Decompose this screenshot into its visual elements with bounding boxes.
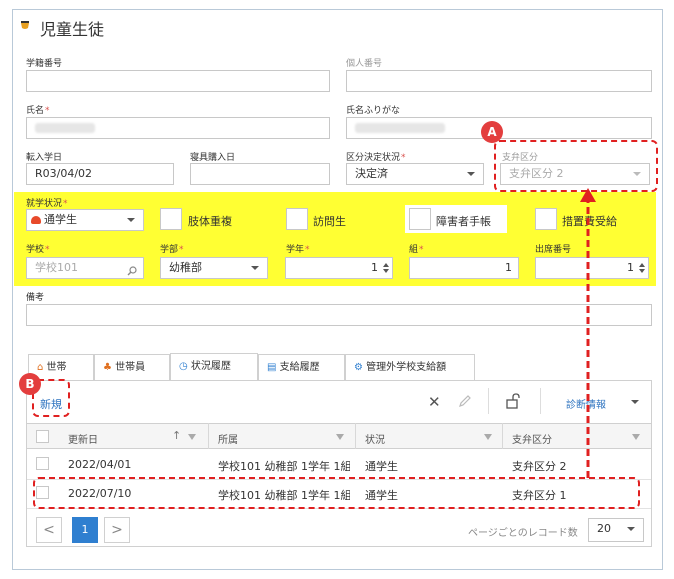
column-header-date[interactable]: 更新日	[68, 431, 98, 446]
chevron-down-icon	[467, 172, 475, 176]
redacted-name	[35, 123, 95, 133]
tab-household-members[interactable]: ♣ 世帯員	[94, 354, 170, 380]
dept-label: 学部*	[160, 245, 184, 255]
student-no-label: 学籍番号	[26, 59, 63, 69]
row1-support[interactable]: 支弁区分 2	[512, 458, 567, 474]
filter-icon[interactable]	[632, 434, 640, 440]
note-label: 備考	[26, 293, 45, 303]
grade-stepper[interactable]: 1	[285, 257, 393, 279]
name-label: 氏名*	[26, 106, 50, 116]
class-label: 組*	[409, 245, 424, 255]
enroll-date-input[interactable]: R03/04/02	[26, 163, 174, 185]
column-header-support[interactable]: 支弁区分	[512, 431, 552, 446]
filter-icon[interactable]	[188, 434, 196, 440]
toolbar-divider	[488, 388, 489, 414]
close-icon[interactable]: ✕	[428, 393, 441, 411]
school-input[interactable]: 学校101	[26, 257, 144, 279]
limb-checkbox[interactable]	[160, 208, 182, 230]
sort-up-icon[interactable]: ↑	[172, 429, 181, 442]
chevron-down-icon	[127, 218, 135, 222]
page-1-button[interactable]: 1	[72, 517, 98, 543]
clock-icon: ◷	[179, 361, 188, 372]
name-input[interactable]	[26, 117, 330, 139]
tab-status-history[interactable]: ◷ 状況履歴	[170, 353, 258, 380]
category-status-label: 区分決定状況*	[346, 153, 406, 163]
attendance-select[interactable]: 通学生	[26, 209, 144, 231]
handbook-label: 障害者手帳	[436, 215, 491, 228]
dept-select[interactable]: 幼稚部	[160, 257, 268, 279]
bedding-date-label: 寝具購入日	[190, 153, 236, 163]
document-icon: ▤	[267, 362, 277, 373]
attendance-label: 就学状況*	[26, 199, 68, 209]
name-kana-label: 氏名ふりがな	[346, 106, 401, 116]
seat-label: 出席番号	[535, 245, 572, 255]
filter-icon[interactable]	[336, 434, 344, 440]
prev-page-button[interactable]: <	[36, 517, 62, 543]
annotation-badge-b: B	[19, 373, 41, 395]
annotation-box-a	[494, 140, 658, 192]
redacted-kana	[355, 123, 445, 133]
column-divider	[502, 423, 503, 449]
tab-payment-history[interactable]: ▤ 支給履歴	[258, 354, 345, 380]
grade-label: 学年*	[286, 245, 310, 255]
student-no-input[interactable]	[26, 70, 330, 92]
row1-date[interactable]: 2022/04/01	[68, 458, 131, 471]
personal-no-label: 個人番号	[346, 59, 383, 69]
spin-up-icon[interactable]	[639, 263, 645, 267]
row1-affiliation[interactable]: 学校101 幼稚部 1学年 1組 ...	[218, 458, 350, 474]
column-header-status[interactable]: 状況	[365, 431, 385, 446]
annotation-badge-a: A	[481, 121, 503, 143]
row1-status[interactable]: 通学生	[365, 458, 398, 474]
personal-no-input[interactable]	[346, 70, 652, 92]
select-all-checkbox[interactable]	[36, 430, 49, 443]
column-divider	[208, 423, 209, 449]
annotation-box-row	[33, 477, 640, 509]
student-icon	[31, 216, 41, 224]
visit-checkbox[interactable]	[286, 208, 308, 230]
school-label: 学校*	[26, 245, 50, 255]
spin-down-icon[interactable]	[639, 269, 645, 273]
measure-checkbox[interactable]	[535, 208, 557, 230]
spin-up-icon[interactable]	[383, 263, 389, 267]
tab-external-school-payment[interactable]: ⚙ 管理外学校支給額	[345, 354, 475, 380]
note-input[interactable]	[26, 304, 652, 326]
visit-label: 訪問生	[313, 215, 346, 228]
per-page-select[interactable]: 20	[588, 518, 644, 542]
unlock-icon[interactable]	[505, 393, 521, 412]
column-divider	[355, 423, 356, 449]
limb-label: 肢体重複	[188, 215, 232, 228]
student-icon	[20, 20, 30, 30]
row-checkbox[interactable]	[36, 457, 49, 470]
category-status-select[interactable]: 決定済	[346, 163, 484, 185]
search-icon	[127, 263, 137, 278]
people-icon: ♣	[103, 362, 112, 373]
per-page-label: ページごとのレコード数	[468, 528, 578, 539]
pencil-icon[interactable]	[458, 394, 472, 411]
chevron-down-icon[interactable]	[631, 400, 639, 404]
annotation-arrow	[580, 188, 596, 478]
house-icon: ⌂	[37, 362, 44, 373]
bedding-date-input[interactable]	[190, 163, 330, 185]
toolbar-divider	[540, 388, 541, 414]
next-page-button[interactable]: >	[104, 517, 130, 543]
chevron-down-icon	[251, 266, 259, 270]
spin-down-icon[interactable]	[383, 269, 389, 273]
page-title: 児童生徒	[40, 20, 105, 39]
column-header-affiliation[interactable]: 所属	[218, 431, 238, 446]
school-icon: ⚙	[354, 362, 363, 373]
chevron-down-icon	[627, 527, 635, 531]
filter-icon[interactable]	[484, 434, 492, 440]
enroll-date-label: 転入学日	[26, 153, 63, 163]
handbook-checkbox[interactable]	[409, 208, 431, 230]
class-input[interactable]: 1	[409, 257, 519, 279]
